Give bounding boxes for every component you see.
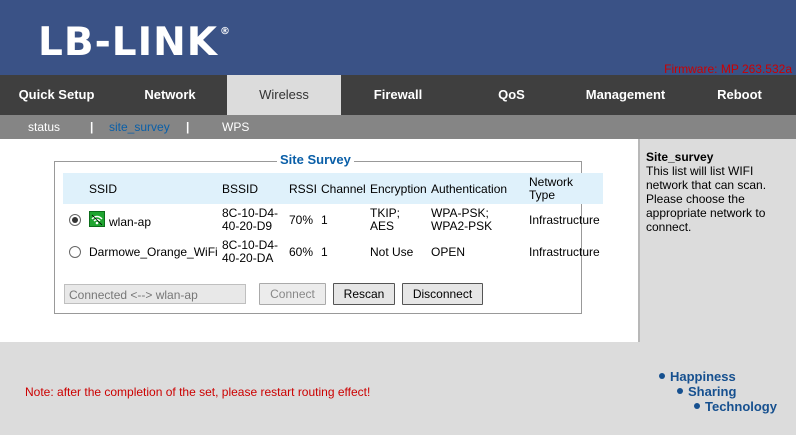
subnav-separator: | (186, 120, 190, 134)
row-network-type: Infrastructure (529, 245, 600, 259)
nav-qos[interactable]: QoS (455, 75, 568, 115)
wifi-connected-icon (89, 211, 105, 227)
main-nav: Quick Setup Network Wireless Firewall Qo… (0, 75, 796, 115)
help-title: Site_survey (646, 150, 714, 164)
row-encryption: TKIP; AES (370, 206, 401, 233)
col-bssid: BSSID (222, 182, 259, 196)
registered-mark: ® (220, 26, 231, 37)
site-survey-title: Site Survey (277, 152, 354, 167)
rescan-button[interactable]: Rescan (333, 283, 395, 305)
slogan-line: Happiness (659, 369, 736, 384)
row-encryption: Not Use (370, 245, 414, 259)
network-radio-wlan-ap[interactable] (69, 214, 81, 226)
network-radio-darmowe-orange[interactable] (69, 246, 81, 258)
connection-status-field: Connected <--> wlan-ap (64, 284, 246, 304)
row-rssi: 60% (289, 245, 314, 259)
slogan-line: Technology (694, 399, 777, 414)
subnav-wps[interactable]: WPS (222, 120, 249, 134)
disconnect-button[interactable]: Disconnect (402, 283, 483, 305)
row-network-type: Infrastructure (529, 213, 600, 227)
brand-logo: LB-LINK ® (38, 20, 231, 65)
nav-management[interactable]: Management (568, 75, 683, 115)
row-ssid: Darmowe_Orange_WiFi (89, 245, 218, 259)
col-ssid: SSID (89, 182, 118, 196)
restart-note: Note: after the completion of the set, p… (25, 385, 371, 399)
subnav-status[interactable]: status (28, 120, 60, 134)
nav-wireless[interactable]: Wireless (227, 75, 341, 115)
col-network-type: Network Type (529, 175, 574, 202)
help-text: This list will list WIFI network that ca… (646, 164, 767, 234)
row-bssid: 8C-10-D4-40-20-DA (222, 238, 279, 265)
row-channel: 1 (321, 245, 328, 259)
logo-text: LB-LINK (38, 20, 218, 65)
nav-reboot[interactable]: Reboot (683, 75, 796, 115)
row-authentication: WPA-PSK; WPA2-PSK (431, 206, 493, 233)
slogan-line: Sharing (677, 384, 736, 399)
col-channel: Channel (321, 182, 366, 196)
col-encryption: Encryption (370, 182, 427, 196)
col-authentication: Authentication (431, 182, 508, 196)
row-ssid: wlan-ap (109, 215, 152, 229)
connect-button[interactable]: Connect (259, 283, 326, 305)
header: LB-LINK ® Firmware: MP 263.532a (0, 0, 796, 76)
subnav-site-survey[interactable]: site_survey (109, 120, 170, 134)
row-authentication: OPEN (431, 245, 466, 259)
nav-firewall[interactable]: Firewall (341, 75, 455, 115)
col-rssi: RSSI (289, 182, 318, 196)
help-panel: Site_survey This list will list WIFI net… (638, 139, 796, 342)
nav-network[interactable]: Network (113, 75, 227, 115)
row-rssi: 70% (289, 213, 314, 227)
subnav-separator: | (90, 120, 94, 134)
firmware-version: Firmware: MP 263.532a (664, 62, 792, 76)
nav-quick-setup[interactable]: Quick Setup (0, 75, 113, 115)
row-channel: 1 (321, 213, 328, 227)
sub-nav: status | site_survey | WPS (0, 115, 796, 139)
row-bssid: 8C-10-D4-40-20-D9 (222, 206, 279, 233)
